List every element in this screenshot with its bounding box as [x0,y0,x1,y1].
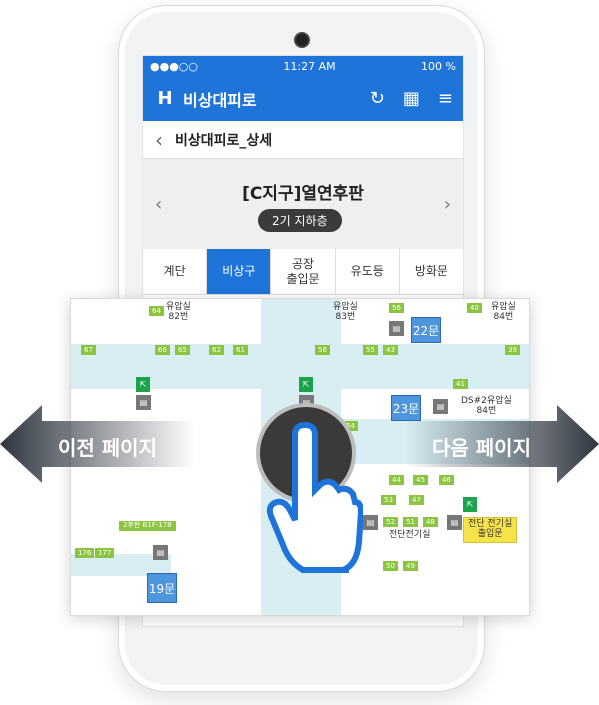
map-tag: 58 [315,345,330,355]
map-tag: 55 [363,345,378,355]
tab-stairs[interactable]: 계단 [143,249,208,294]
stairs-icon: ▤ [447,515,462,530]
map-tag: 48 [423,517,438,527]
next-page-label[interactable]: 다음 페이지 [432,432,531,461]
tab-factory-entrance[interactable]: 공장 출입문 [271,249,336,294]
room-82: 유압실 82번 [166,302,191,322]
door-22[interactable]: 22문 [411,317,441,343]
map-tag: 64 [149,306,164,316]
map-tag: 39 [505,345,520,355]
callout-entrance: 전단 전기실 출입문 [463,517,518,543]
qr-icon[interactable]: ▦ [403,88,420,109]
map-tag: 67 [81,345,96,355]
map-tag: 47 [409,495,424,505]
room-b1f: 2후판 B1F-178 [119,521,176,531]
app-bar: H 비상대피로 ↻ ▦ ≡ [143,76,463,121]
map-tag: 53 [381,495,396,505]
app-title: 비상대피로 [183,90,257,110]
tab-fire-door[interactable]: 방화문 [400,249,463,294]
tab-guide-light[interactable]: 유도등 [336,249,400,294]
exit-sign-icon: ⇱ [136,377,150,392]
map-tag: 62 [209,345,224,355]
map-tag: 40 [467,303,482,313]
stairs-icon: ▤ [363,515,378,530]
signal-icon: ●●●○○ [150,59,198,73]
map-tag: 177 [95,548,115,558]
map-tag: 61 [233,345,248,355]
exit-sign-icon: ⇱ [463,497,477,512]
next-location-icon[interactable]: › [444,194,451,215]
subheader: ‹ 비상대피로_상세 [143,121,463,159]
hand-pointer-icon [266,421,363,573]
map-tag: 44 [389,475,404,485]
back-icon[interactable]: ‹ [155,128,163,152]
map-tag: 52 [383,517,398,527]
room-switchgear: 전단전기실 [389,530,431,540]
map-tag: 56 [389,303,404,313]
map-tag: 49 [403,561,418,571]
map-tag: 43 [383,345,398,355]
map-tag: 51 [403,517,418,527]
building-title: [C지구]열연후판 [242,184,364,204]
tab-bar: 계단 비상구 공장 출입문 유도등 방화문 [143,249,463,295]
battery-label: 100 % [421,59,456,73]
map-tag: 66 [155,345,170,355]
floor-badge[interactable]: 2기 지하층 [258,209,342,232]
stairs-icon: ▤ [153,545,168,560]
exit-sign-icon: ⇱ [299,377,313,392]
door-19[interactable]: 19문 [147,573,177,603]
tab-emergency-exit[interactable]: 비상구 [207,249,272,294]
logout-icon[interactable]: ↻ [370,88,385,109]
page-title: 비상대피로_상세 [175,132,273,149]
menu-icon[interactable]: ≡ [438,88,453,109]
status-bar: ●●●○○ 11:27 AM 100 % [143,56,463,76]
room-83: 유압실 83번 [333,302,358,322]
time-label: 11:27 AM [283,59,336,73]
map-tag: 65 [175,345,190,355]
location-panel: ‹ [C지구]열연후판 2기 지하층 › [143,159,463,249]
map-tag: 50 [383,561,398,571]
map-tag: 176 [75,548,95,558]
map-tag: 41 [453,379,468,389]
stairs-icon: ▤ [389,321,404,336]
prev-page-label[interactable]: 이전 페이지 [58,432,157,461]
room-84: 유압실 84번 [491,302,516,322]
logo-icon: H [157,88,173,109]
camera-icon [294,32,310,48]
